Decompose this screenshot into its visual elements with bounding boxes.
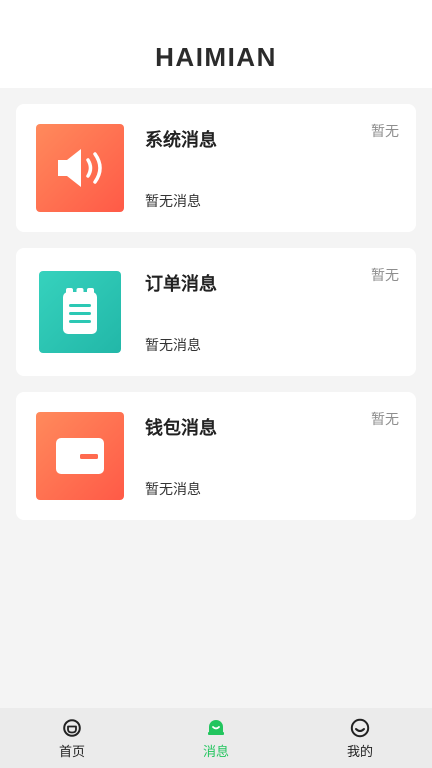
card-time: 暂无 [371, 124, 399, 140]
message-card-wallet[interactable]: 钱包消息 暂无消息 暂无 [16, 392, 416, 520]
message-bell-icon [208, 720, 224, 735]
card-title: 订单消息 [145, 274, 217, 295]
brand-title: HAIMIAN [155, 42, 277, 72]
card-time: 暂无 [371, 268, 399, 284]
message-card-order[interactable]: 订单消息 暂无消息 暂无 [16, 248, 416, 376]
tab-label: 消息 [202, 745, 229, 760]
tab-messages[interactable]: 消息 [144, 708, 288, 768]
tab-profile[interactable]: 我的 [288, 708, 432, 768]
card-title: 系统消息 [145, 130, 217, 151]
card-title: 钱包消息 [145, 418, 217, 439]
wallet-icon [36, 412, 124, 500]
bottom-tab-bar: 首页 消息 我的 [0, 708, 432, 768]
tab-home[interactable]: 首页 [0, 708, 144, 768]
tab-label: 我的 [346, 745, 373, 760]
card-preview: 暂无消息 [145, 194, 201, 210]
card-preview: 暂无消息 [145, 338, 201, 354]
profile-icon [350, 718, 370, 738]
home-icon [63, 719, 81, 737]
message-card-system[interactable]: 系统消息 暂无消息 暂无 [16, 104, 416, 232]
speaker-icon [36, 124, 124, 212]
notepad-icon [39, 271, 121, 353]
app-header: HAIMIAN [0, 0, 432, 88]
tab-label: 首页 [58, 745, 85, 760]
card-time: 暂无 [371, 412, 399, 428]
card-preview: 暂无消息 [145, 482, 201, 498]
